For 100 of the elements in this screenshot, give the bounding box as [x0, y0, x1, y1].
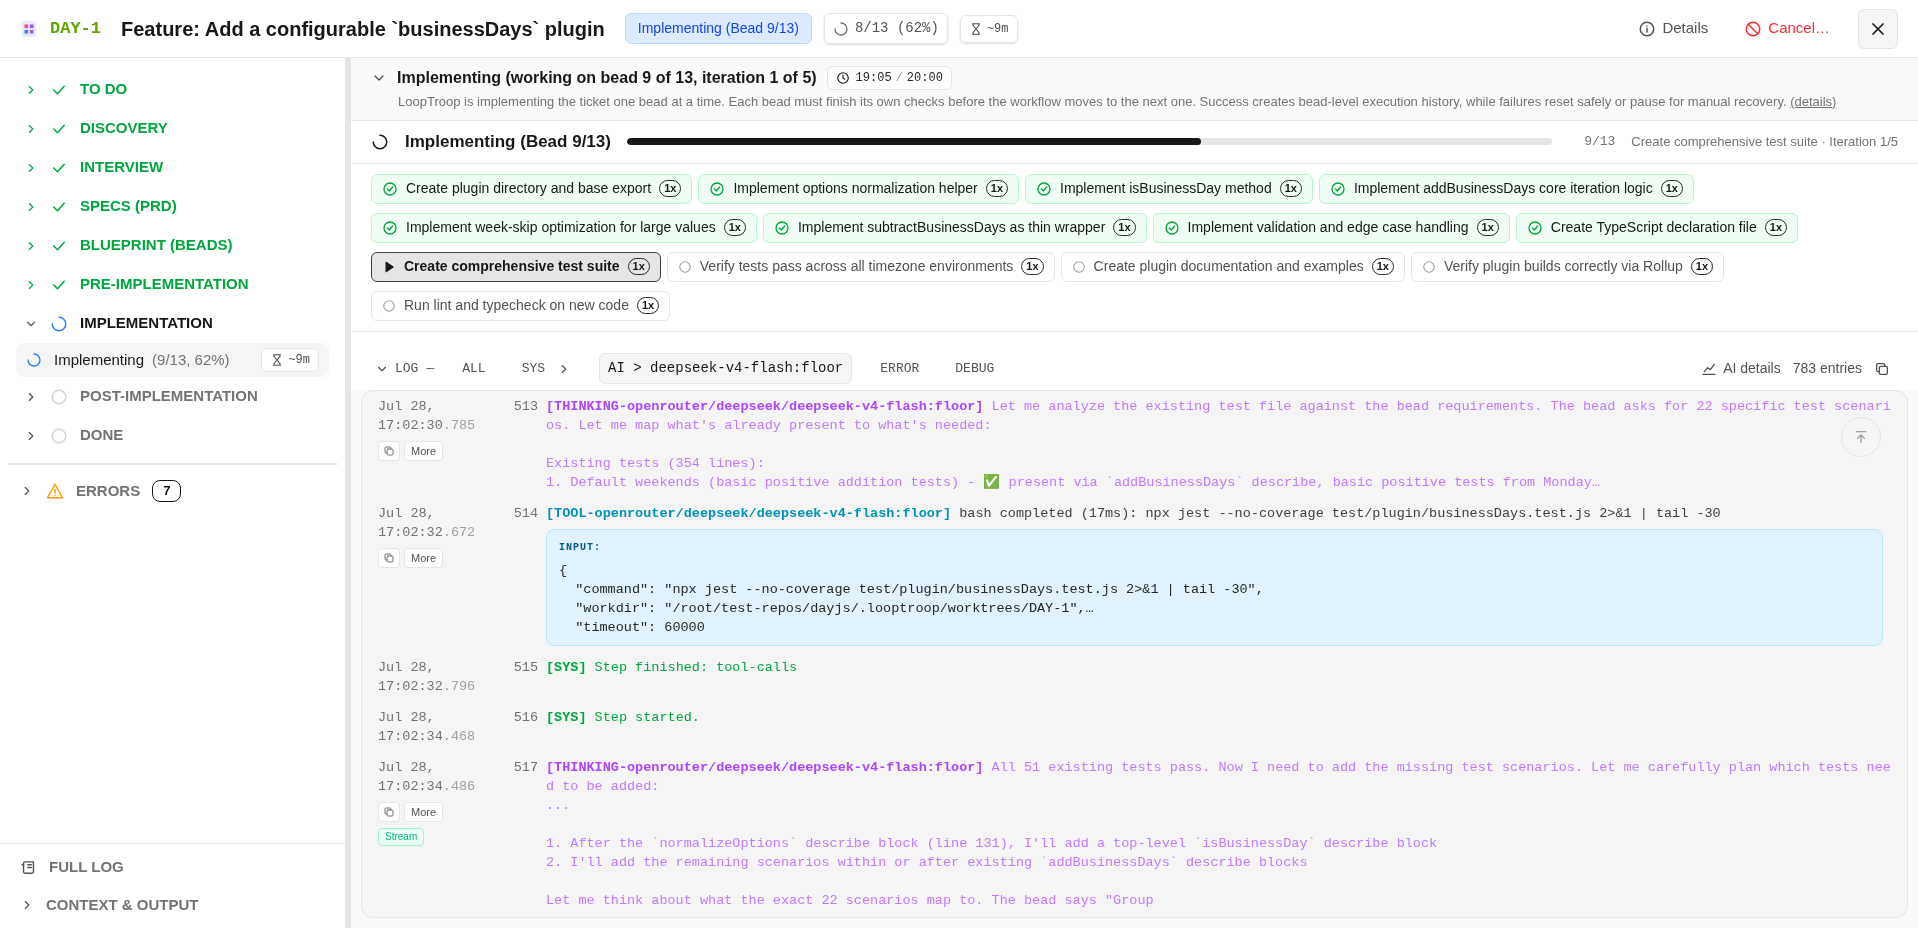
- details-button[interactable]: Details: [1630, 13, 1717, 44]
- circle-icon: [50, 387, 68, 406]
- bead-chip[interactable]: Verify plugin builds correctly via Rollup 1x: [1410, 251, 1725, 282]
- more-button[interactable]: More: [404, 801, 444, 822]
- bead-chip[interactable]: Create TypeScript declaration file 1x: [1515, 212, 1798, 243]
- log-filter-tab[interactable]: SYS: [513, 354, 580, 383]
- progress-title: Implementing (Bead 9/13): [405, 130, 611, 153]
- line-number: 517: [512, 758, 538, 777]
- cancel-button[interactable]: Cancel…: [1736, 13, 1838, 44]
- clock-icon: [835, 71, 850, 85]
- bead-label: Implement validation and edge case handling: [1187, 218, 1469, 237]
- errors-label: ERRORS: [76, 480, 141, 501]
- log-time: 17:02:34.486: [378, 777, 477, 796]
- circle-icon: [677, 259, 692, 274]
- check-circle-icon: [1036, 180, 1052, 197]
- log-filter-tab[interactable]: ERROR: [872, 354, 928, 383]
- ai-details-button[interactable]: AI details: [1701, 358, 1781, 379]
- bead-chip[interactable]: Create plugin directory and base export 1x: [371, 173, 693, 204]
- log-line: 1. After the `normalizeOptions` describe block (line 131), I'll add a top-level `isBusinessDay` describe block: [546, 834, 1438, 853]
- bead-label: Create comprehensive test suite: [404, 257, 620, 276]
- log-filter-tab[interactable]: DEBUG: [947, 354, 1003, 383]
- log-date: Jul 28,: [378, 658, 436, 677]
- scroll-icon: [20, 858, 37, 876]
- ban-icon: [1744, 19, 1763, 38]
- input-line: "timeout": 60000: [574, 618, 706, 637]
- footer-item[interactable]: CONTEXT & OUTPUT: [0, 886, 345, 924]
- bead-chip[interactable]: Implement options normalization helper 1x: [698, 173, 1019, 204]
- more-button[interactable]: More: [404, 440, 444, 461]
- input-line: {: [559, 561, 569, 580]
- check-circle-icon: [382, 219, 398, 236]
- info-icon: [1638, 19, 1657, 38]
- copy-icon: [383, 444, 395, 457]
- bead-chip[interactable]: Implement week-skip optimization for large values 1x: [371, 212, 757, 243]
- log-time: 17:02:32.672: [378, 523, 477, 542]
- phase-item[interactable]: DONE: [16, 416, 329, 455]
- log-toggle[interactable]: LOG: [375, 358, 419, 379]
- log-time: 17:02:32.796: [378, 677, 477, 696]
- log-date: Jul 28,: [378, 397, 436, 416]
- log-filter-tab[interactable]: ALL: [454, 354, 494, 383]
- copy-icon: [383, 551, 395, 564]
- log-line: ...: [546, 796, 571, 815]
- bead-chip[interactable]: Create comprehensive test suite 1x: [371, 251, 661, 282]
- progress-text: 8/13 (62%): [854, 19, 939, 38]
- app-logo-icon: [20, 19, 38, 38]
- log-message: [THINKING-openrouter/deepseek/deepseek-v4-flash:floor] All 51 existing tests pass. Now I need to add the missing test scenarios. Let me carefully plan which tests need to be added:: [546, 758, 1891, 796]
- step-item[interactable]: Implementing (9/13, 62%) ~9m: [16, 343, 329, 377]
- input-line: "command": "npx jest --no-coverage test/plugin/businessDays.test.js 2>&1 | tail -30",: [574, 580, 1265, 599]
- close-button[interactable]: [1858, 8, 1898, 49]
- ticket-id: DAY-1: [50, 17, 101, 40]
- spinner-icon: [50, 314, 68, 333]
- log-line: Existing tests (354 lines):: [546, 454, 765, 473]
- eta-text: ~9m: [288, 352, 310, 369]
- circle-icon: [1071, 259, 1086, 274]
- stage-description: LoopTroop is implementing the ticket one bead at a time. Each bead must finish its own checks before the workflow moves to the next one. Success creates bead-level execution history, while failures reset safely or pause for manual recovery. (details): [397, 93, 1838, 111]
- phase-item[interactable]: POST-IMPLEMENTATION: [16, 377, 329, 416]
- log-date: Jul 28,: [378, 708, 436, 727]
- stream-badge: Stream: [378, 827, 425, 846]
- details-link[interactable]: (details): [1790, 94, 1837, 109]
- input-line: "workdir": "/root/test-repos/dayjs/.looptroop/worktrees/DAY-1",…: [574, 599, 1095, 618]
- bead-chip[interactable]: Create plugin documentation and examples 1x: [1060, 251, 1405, 282]
- log-line: 1. Default weekends (basic positive addition tests) - ✅ present via `addBusinessDays` describe, basic positive tests from Monday…: [546, 473, 1600, 492]
- bead-label: Implement addBusinessDays core iteration logic: [1353, 179, 1653, 198]
- check-circle-icon: [709, 180, 726, 197]
- footer-item[interactable]: FULL LOG: [0, 848, 345, 886]
- bead-chip[interactable]: Implement subtractBusinessDays as thin wrapper 1x: [762, 212, 1147, 243]
- log-message: [TOOL-openrouter/deepseek/deepseek-v4-flash:floor] bash completed (17ms): npx jest --no-coverage test/plugin/businessDays.test.js 2>&1 | tail -30: [546, 504, 1722, 523]
- log-message: [THINKING-openrouter/deepseek/deepseek-v4-flash:floor] Let me analyze the existing test file against the bead requirements. The bead asks for 22 specific test scenarios. Let me map what's already present to what's needed:: [546, 397, 1891, 435]
- bead-label: Run lint and typecheck on new code: [404, 296, 629, 315]
- log-filter-tab[interactable]: AI > deepseek-v4-flash:floor: [599, 353, 853, 384]
- progress-caption: Create comprehensive test suite · Iteration 1/5: [1631, 132, 1898, 151]
- bead-chip[interactable]: Implement isBusinessDay method 1x: [1025, 173, 1313, 204]
- line-number: 513: [512, 397, 538, 416]
- ticket-title: Feature: Add a configurable `businessDays` plugin: [121, 16, 605, 42]
- status-badge: Implementing (Bead 9/13): [624, 13, 812, 44]
- log-message: [SYS] Step finished: tool-calls: [546, 658, 799, 677]
- more-button[interactable]: More: [404, 547, 444, 568]
- phase-item[interactable]: IMPLEMENTATION: [16, 304, 329, 343]
- stage-title: Implementing (working on bead 9 of 13, iteration 1 of 5): [397, 68, 817, 88]
- bead-chip[interactable]: Run lint and typecheck on new code 1x: [371, 290, 671, 321]
- check-circle-icon: [1526, 219, 1543, 236]
- bead-chip[interactable]: Verify tests pass across all timezone environments 1x: [666, 251, 1055, 282]
- bead-label: Implement options normalization helper: [733, 179, 978, 198]
- copy-icon: [1874, 360, 1890, 377]
- bead-chip[interactable]: Implement validation and edge case handling 1x: [1152, 212, 1510, 243]
- scroll-top-button[interactable]: [1841, 416, 1881, 457]
- circle-icon: [1421, 259, 1436, 274]
- eta-text: ~9m: [986, 20, 1009, 38]
- copy-icon: [383, 805, 395, 818]
- log-line: 2. I'll add the remaining scenarios within or after existing `addBusinessDays` describe blocks: [546, 853, 1308, 872]
- log-time: 17:02:34.468: [378, 727, 477, 746]
- scroll-top-icon: [1853, 428, 1869, 445]
- log-message: [SYS] Step started.: [546, 708, 701, 727]
- circle-icon: [50, 426, 68, 445]
- spinner-icon: [371, 132, 389, 151]
- errors-count: 7: [152, 480, 182, 502]
- input-label: INPUT:: [559, 540, 602, 555]
- bead-label: Create TypeScript declaration file: [1550, 218, 1757, 237]
- bead-chip[interactable]: Implement addBusinessDays core iteration logic 1x: [1318, 173, 1694, 204]
- errors-item[interactable]: ERRORS 7: [0, 473, 345, 509]
- progress-count: 9/13: [1584, 132, 1616, 151]
